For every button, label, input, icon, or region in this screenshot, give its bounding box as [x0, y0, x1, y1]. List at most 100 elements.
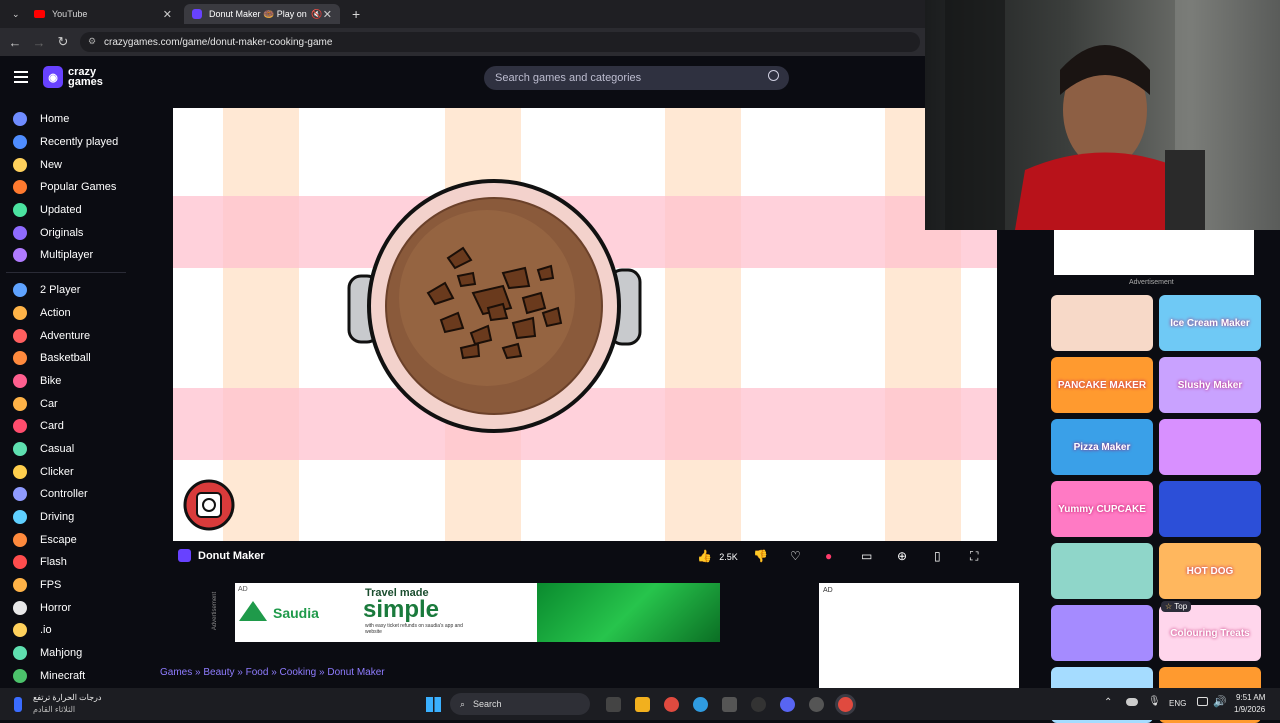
- sidebar-item-minecraft[interactable]: Minecraft: [0, 665, 132, 688]
- recipe-book-button[interactable]: [183, 479, 235, 531]
- clock-date[interactable]: 1/9/2026: [1234, 705, 1265, 714]
- sidebar-item-action[interactable]: Action: [0, 302, 132, 325]
- search-input[interactable]: Search games and categories: [484, 66, 789, 90]
- address-bar[interactable]: ⚙ crazygames.com/game/donut-maker-cookin…: [80, 32, 920, 52]
- weather-icon[interactable]: [14, 697, 22, 712]
- gamepad-icon: [13, 487, 27, 502]
- game-thumbnail[interactable]: Ice Cream Maker: [1159, 295, 1261, 351]
- sidebar-item-controller[interactable]: Controller: [0, 483, 132, 506]
- sidebar-item-2-player[interactable]: 2 Player: [0, 279, 132, 302]
- forward-arrow-icon[interactable]: →: [27, 35, 51, 50]
- new-tab-button[interactable]: +: [344, 4, 364, 24]
- game-thumbnail[interactable]: Colouring Treats: [1159, 605, 1261, 661]
- sidebar-item-bike[interactable]: Bike: [0, 370, 132, 393]
- sidebar-item-escape[interactable]: Escape: [0, 528, 132, 551]
- like-button[interactable]: 👍 2.5K: [697, 549, 738, 563]
- breadcrumb-link[interactable]: Games: [160, 667, 192, 678]
- tab-list-button[interactable]: ⌄: [4, 4, 22, 24]
- close-icon[interactable]: ✕: [323, 8, 332, 21]
- site-logo-text[interactable]: crazy games: [68, 67, 103, 88]
- network-icon[interactable]: [1197, 697, 1208, 706]
- tab-youtube[interactable]: YouTube ✕: [26, 4, 180, 24]
- taskbar-search[interactable]: ⌕ Search: [450, 693, 590, 715]
- steam-icon[interactable]: [809, 697, 824, 712]
- chevron-down-icon: ⌄: [12, 8, 20, 19]
- volume-icon[interactable]: 🔊: [1213, 695, 1227, 708]
- heart-icon: ♡: [790, 549, 801, 563]
- game-scene[interactable]: [173, 108, 997, 541]
- sidebar-item-multiplayer[interactable]: Multiplayer: [0, 244, 132, 267]
- sidebar-item-basketball[interactable]: Basketball: [0, 347, 132, 370]
- store-icon[interactable]: [722, 697, 737, 712]
- crazygames-logo-icon[interactable]: ◉: [43, 66, 63, 88]
- sidebar-item-car[interactable]: Car: [0, 392, 132, 415]
- clock-time[interactable]: 9:51 AM: [1236, 693, 1265, 702]
- ad-placeholder[interactable]: [1054, 230, 1254, 275]
- game-thumbnail[interactable]: Pizza Maker: [1051, 419, 1153, 475]
- game-thumbnail[interactable]: Slushy Maker: [1159, 357, 1261, 413]
- sidebar-item-flash[interactable]: Flash: [0, 551, 132, 574]
- favorite-button[interactable]: ♡: [790, 549, 801, 563]
- ad-side-box[interactable]: AD: [819, 583, 1019, 689]
- sidebar-item-label: Flash: [40, 556, 67, 569]
- close-icon[interactable]: ✕: [163, 8, 172, 21]
- phone-button[interactable]: ▯: [934, 549, 941, 563]
- ad-banner[interactable]: AD Saudia Travel made simple with easy t…: [235, 583, 720, 642]
- sidebar-item-label: Car: [40, 397, 58, 410]
- discord-icon[interactable]: [780, 697, 795, 712]
- menu-icon[interactable]: [14, 71, 28, 83]
- reload-icon[interactable]: ↻: [51, 34, 75, 50]
- game-thumbnail[interactable]: HOT DOG: [1159, 543, 1261, 599]
- mic-icon[interactable]: 🎙: [1148, 696, 1161, 707]
- sidebar-item-clicker[interactable]: Clicker: [0, 460, 132, 483]
- sidebar-item-adventure[interactable]: Adventure: [0, 324, 132, 347]
- game-thumbnail[interactable]: Yummy CUPCAKE: [1051, 481, 1153, 537]
- search-icon[interactable]: [768, 70, 779, 81]
- sidebar-item-popular-games[interactable]: Popular Games: [0, 176, 132, 199]
- sidebar-item-updated[interactable]: Updated: [0, 199, 132, 222]
- tray-chevron-icon[interactable]: ⌃: [1104, 697, 1112, 708]
- dislike-button[interactable]: 👎: [753, 549, 768, 563]
- sidebar-item-horror[interactable]: Horror: [0, 596, 132, 619]
- game-thumbnail[interactable]: [1159, 481, 1261, 537]
- file-explorer-icon[interactable]: [635, 697, 650, 712]
- sidebar-item-mahjong[interactable]: Mahjong: [0, 642, 132, 665]
- sidebar-item-io[interactable]: .io: [0, 619, 132, 642]
- site-info-icon[interactable]: ⚙: [88, 36, 96, 47]
- mute-icon[interactable]: 🔇: [311, 9, 322, 20]
- chrome-icon[interactable]: [664, 697, 679, 712]
- game-thumbnail[interactable]: [1051, 605, 1153, 661]
- fullscreen-button[interactable]: ⛶: [970, 549, 978, 564]
- breadcrumb-link[interactable]: Beauty: [203, 667, 234, 678]
- sidebar-item-driving[interactable]: Driving: [0, 506, 132, 529]
- windows-start-icon[interactable]: [426, 697, 441, 712]
- sidebar-item-originals[interactable]: Originals: [0, 221, 132, 244]
- search-icon: ⌕: [460, 698, 466, 709]
- sidebar-item-recently-played[interactable]: Recently played: [0, 131, 132, 154]
- sidebar-item-new[interactable]: New: [0, 153, 132, 176]
- game-thumbnail[interactable]: [1051, 295, 1153, 351]
- chrome-active-icon[interactable]: [838, 697, 853, 712]
- game-thumbnail[interactable]: PANCAKE MAKER: [1051, 357, 1153, 413]
- game-canvas[interactable]: [173, 108, 997, 541]
- sidebar-item-card[interactable]: Card: [0, 415, 132, 438]
- breadcrumb-link[interactable]: Cooking: [280, 667, 317, 678]
- language-indicator[interactable]: ENG: [1169, 699, 1186, 708]
- task-view-icon[interactable]: [606, 697, 621, 712]
- app-icon[interactable]: [751, 697, 766, 712]
- sidebar-item-fps[interactable]: FPS: [0, 574, 132, 597]
- report-button[interactable]: ●: [825, 549, 832, 563]
- embed-button[interactable]: ⊕: [897, 549, 907, 563]
- breadcrumb-link[interactable]: Food: [246, 667, 269, 678]
- game-thumbnail[interactable]: [1051, 543, 1153, 599]
- phone-icon: ▯: [934, 549, 941, 563]
- back-arrow-icon[interactable]: ←: [3, 35, 27, 50]
- sidebar-item-casual[interactable]: Casual: [0, 438, 132, 461]
- tab-donut-maker[interactable]: Donut Maker 🍩 Play on C 🔇 ✕: [184, 4, 340, 24]
- game-thumbnail[interactable]: [1159, 419, 1261, 475]
- sidebar-item-home[interactable]: Home: [0, 108, 132, 131]
- onedrive-icon[interactable]: [1126, 698, 1138, 706]
- edge-icon[interactable]: [693, 697, 708, 712]
- comments-button[interactable]: ▭: [861, 549, 872, 563]
- breadcrumb-link[interactable]: Donut Maker: [327, 667, 384, 678]
